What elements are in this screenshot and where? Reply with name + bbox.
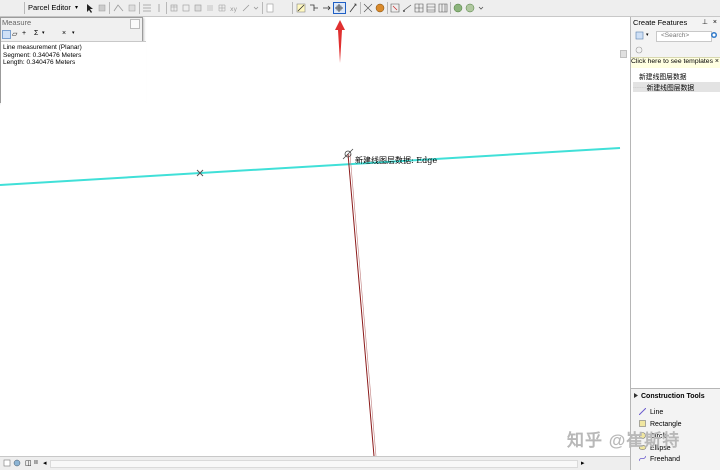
unlink-icon[interactable] bbox=[464, 2, 476, 14]
vertical-scrollbar[interactable] bbox=[620, 50, 627, 58]
merge-icon[interactable] bbox=[141, 2, 153, 14]
transform-icon[interactable] bbox=[389, 2, 401, 14]
grid-icon[interactable] bbox=[217, 2, 227, 14]
properties-icon[interactable] bbox=[635, 46, 643, 56]
snap-edge-icon[interactable] bbox=[333, 2, 346, 14]
tool-line[interactable]: Line bbox=[639, 408, 663, 418]
watermark: 知乎 @崔斯特 bbox=[567, 431, 681, 450]
chevron-down-icon[interactable]: ▾ bbox=[75, 4, 78, 11]
measure-toolbar: ▱ + Σ ▾ × ▾ bbox=[2, 30, 102, 40]
units-dropdown-icon[interactable]: ▾ bbox=[42, 30, 45, 36]
document-icon[interactable] bbox=[264, 2, 276, 14]
line-feature bbox=[0, 147, 621, 186]
table-icon[interactable] bbox=[169, 2, 179, 14]
template-list: 新建线图层数据 ┈┈新建线图层数据 bbox=[631, 68, 720, 390]
measure-line-type: Line measurement (Planar) bbox=[3, 44, 82, 51]
snap-tip-label: 新建线图层数据: Edge bbox=[355, 156, 438, 165]
annotation-arrow-icon bbox=[335, 20, 345, 63]
construction-tools-title: Construction Tools bbox=[633, 392, 705, 400]
close-icon[interactable]: × bbox=[715, 58, 719, 65]
data-view-icon[interactable] bbox=[13, 459, 21, 469]
search-row: ▾ <Search> bbox=[631, 29, 720, 42]
toolbar: Parcel Editor ▾ xy bbox=[0, 0, 720, 17]
intersection-icon[interactable] bbox=[362, 2, 374, 14]
clear-icon[interactable]: × bbox=[62, 30, 66, 37]
toolbar-dropdown-icon[interactable] bbox=[252, 2, 260, 14]
tool-label: Freehand bbox=[650, 456, 680, 463]
measure-length: Length: 0.340476 Meters bbox=[3, 59, 76, 66]
tool-freehand[interactable]: Freehand bbox=[639, 455, 680, 465]
pin-icon[interactable]: ⊥ bbox=[702, 19, 708, 26]
globe-icon[interactable] bbox=[374, 2, 386, 14]
horizontal-scrollbar[interactable] bbox=[50, 460, 578, 468]
construction-tools-label: Construction Tools bbox=[641, 393, 705, 400]
collapse-icon bbox=[634, 393, 638, 398]
xy-icon[interactable]: xy bbox=[229, 2, 239, 14]
layout-view-icon[interactable] bbox=[3, 459, 11, 469]
layer-group-header[interactable]: 新建线图层数据 bbox=[639, 71, 720, 81]
edit-vertices-icon[interactable] bbox=[112, 2, 126, 14]
measure-segment: Segment: 0.340476 Meters bbox=[3, 51, 82, 59]
measure-line-icon[interactable] bbox=[2, 30, 11, 39]
parcel-editor-menu[interactable]: Parcel Editor bbox=[28, 3, 71, 12]
select-parcel-icon[interactable] bbox=[84, 2, 96, 14]
sketch-line bbox=[347, 153, 375, 456]
search-icon[interactable] bbox=[710, 31, 719, 42]
split-icon[interactable] bbox=[154, 2, 164, 14]
panel-header-icons: ⊥ × bbox=[702, 18, 717, 26]
organize-templates-icon[interactable] bbox=[635, 31, 645, 42]
close-icon[interactable] bbox=[130, 19, 140, 29]
chevron-down-icon[interactable]: ▾ bbox=[646, 32, 649, 38]
fabric-table-icon[interactable] bbox=[437, 2, 449, 14]
measure-title: Measure bbox=[2, 18, 32, 27]
freehand-tool-icon bbox=[639, 455, 646, 462]
refresh-icon[interactable]: ◫ bbox=[25, 459, 32, 467]
measure-window: Measure ▱ + Σ ▾ × ▾ Line measurement (Pl… bbox=[0, 17, 146, 107]
snap-vertex-icon[interactable] bbox=[308, 2, 320, 14]
tool-label: Line bbox=[650, 409, 664, 416]
link-icon[interactable] bbox=[452, 2, 464, 14]
snap-tangent-icon[interactable] bbox=[347, 2, 359, 14]
lines-icon[interactable] bbox=[205, 2, 215, 14]
close-icon[interactable]: × bbox=[713, 19, 717, 26]
sum-icon[interactable]: Σ bbox=[34, 30, 38, 37]
fabric-icon[interactable] bbox=[425, 2, 437, 14]
scroll-right-icon[interactable]: ▸ bbox=[581, 459, 585, 467]
join-icon[interactable] bbox=[127, 2, 137, 14]
options-dropdown-icon[interactable]: ▾ bbox=[72, 30, 75, 36]
grid-tool-icon[interactable] bbox=[413, 2, 425, 14]
pause-icon[interactable]: ıı bbox=[34, 459, 38, 466]
snap-midpoint-icon[interactable] bbox=[321, 2, 333, 14]
scroll-left-icon[interactable]: ◂ bbox=[43, 459, 47, 467]
measure-feature-icon[interactable]: + bbox=[22, 30, 26, 37]
snap-endpoint-icon[interactable] bbox=[295, 2, 307, 14]
template-item[interactable]: ┈┈新建线图层数据 bbox=[633, 82, 720, 92]
measure-area-icon[interactable]: ▱ bbox=[12, 30, 17, 38]
template-hint-text: Click here to see templates bbox=[631, 58, 713, 65]
line-tool-icon bbox=[639, 408, 646, 415]
attributes-icon[interactable] bbox=[181, 2, 191, 14]
dimension-icon[interactable] bbox=[401, 2, 413, 14]
panel-title: Create Features bbox=[633, 18, 688, 27]
build-icon[interactable] bbox=[193, 2, 203, 14]
template-label: 新建线图层数据 bbox=[646, 85, 695, 92]
toolbar-overflow-icon[interactable] bbox=[477, 2, 485, 14]
parcel-tool-icon[interactable] bbox=[97, 2, 107, 14]
measure-output: Line measurement (Planar) Segment: 0.340… bbox=[1, 41, 146, 107]
adjust-icon[interactable] bbox=[241, 2, 251, 14]
svg-text:xy: xy bbox=[230, 6, 238, 13]
status-bar: ◫ ıı ◂ ▸ bbox=[0, 456, 630, 470]
search-input[interactable]: <Search> bbox=[656, 31, 712, 42]
